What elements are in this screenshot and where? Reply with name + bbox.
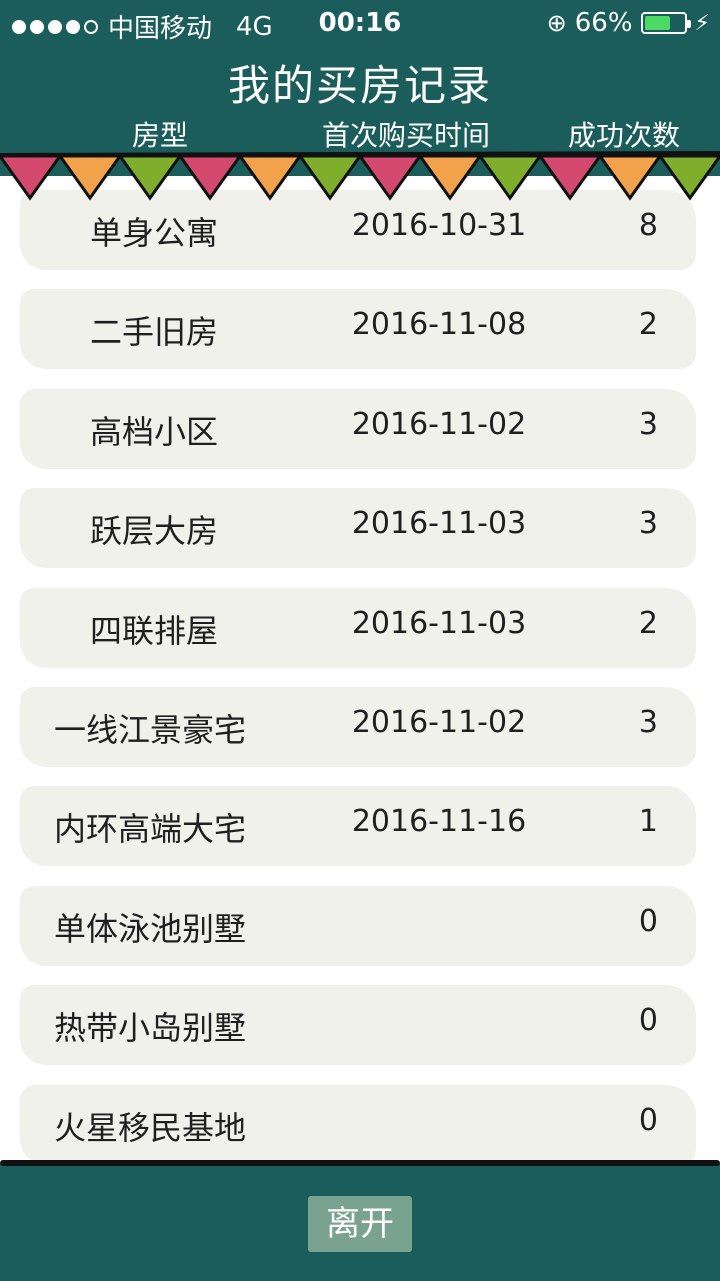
first-purchase-time: 2016-11-02 <box>351 406 527 442</box>
status-bar: 中国移动 4G 00:16 ⊕ 66% ⚡ <box>0 0 720 48</box>
success-count: 2 <box>638 605 658 641</box>
pennant-flag <box>57 154 123 201</box>
first-purchase-time: 2016-10-31 <box>351 208 527 243</box>
leave-button[interactable]: 离开 <box>308 1196 412 1252</box>
rotation-lock-icon: ⊕ <box>546 9 567 37</box>
first-purchase-time: 2016-11-03 <box>351 605 527 641</box>
list-item: 单体泳池别墅 0 <box>20 885 696 966</box>
pennant-flag <box>537 154 603 201</box>
list-item: 二手旧房 2016-11-08 2 <box>20 289 696 370</box>
record-list[interactable]: 单身公寓 2016-10-31 8 二手旧房 2016-11-08 2 高档小区 2016-1… <box>0 176 720 1165</box>
list-item: 热带小岛别墅 0 <box>20 985 696 1066</box>
success-count: 0 <box>638 1102 658 1138</box>
success-count: 0 <box>638 903 658 939</box>
bunting-decoration <box>0 151 720 201</box>
list-item: 火星移民基地 0 <box>20 1084 696 1165</box>
success-count: 3 <box>638 506 658 542</box>
first-purchase-time: 2016-11-08 <box>351 307 527 343</box>
house-type-label: 单体泳池别墅 <box>54 909 247 948</box>
pennant-flag <box>237 154 303 201</box>
list-item: 跃层大房 2016-11-03 3 <box>20 488 696 569</box>
success-count: 2 <box>638 307 658 343</box>
pennant-flag <box>417 154 483 201</box>
battery-icon <box>640 12 691 34</box>
success-count: 0 <box>638 1003 658 1039</box>
pennant-flag <box>177 154 243 201</box>
pennant-flag <box>357 154 423 201</box>
battery-percent: 66% <box>574 8 633 38</box>
pennant-flag <box>117 154 183 201</box>
list-item: 内环高端大宅 2016-11-16 1 <box>20 786 696 867</box>
success-count: 8 <box>638 208 658 243</box>
page-title: 我的买房记录 <box>227 61 492 110</box>
charging-icon: ⚡ <box>694 10 710 36</box>
pennant-flag <box>657 154 720 201</box>
pennant-flag <box>477 154 543 201</box>
column-header-count: 成功次数 <box>568 119 681 152</box>
pennant-flag <box>297 154 363 201</box>
status-right: ⊕ 66% ⚡ <box>547 8 710 38</box>
first-purchase-time: 2016-11-16 <box>351 804 527 840</box>
first-purchase-time: 2016-11-02 <box>351 705 527 740</box>
column-header-type: 房型 <box>132 119 189 152</box>
success-count: 3 <box>638 406 658 442</box>
divider <box>0 1160 720 1166</box>
pennant-flag <box>597 154 663 201</box>
pennant-flag <box>0 154 63 201</box>
success-count: 3 <box>638 705 658 740</box>
house-type-label: 火星移民基地 <box>54 1108 247 1147</box>
column-header-time: 首次购买时间 <box>322 119 491 152</box>
success-count: 1 <box>638 804 658 840</box>
list-item: 一线江景豪宅 2016-11-02 3 <box>20 687 696 767</box>
first-purchase-time: 2016-11-03 <box>351 506 527 542</box>
list-item: 四联排屋 2016-11-03 2 <box>20 587 696 668</box>
list-item: 高档小区 2016-11-02 3 <box>20 388 696 469</box>
house-type-label: 热带小岛别墅 <box>54 1009 247 1048</box>
